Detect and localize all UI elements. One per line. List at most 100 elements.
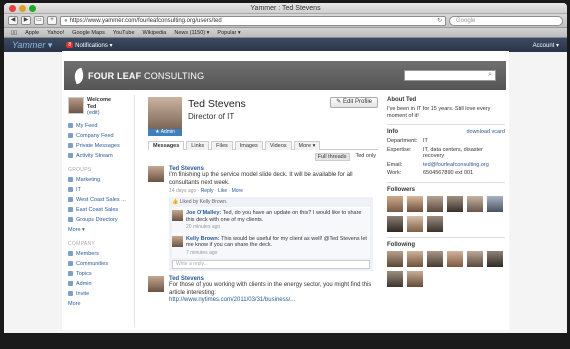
bookmark-popular[interactable]: Popular ▾ — [217, 30, 240, 36]
company-heading: COMPANY — [68, 240, 96, 247]
avatar[interactable] — [427, 215, 443, 232]
sidebar-item-admin[interactable]: Admin — [68, 281, 130, 287]
avatar[interactable] — [387, 195, 403, 212]
sidebar-item-it[interactable]: IT — [68, 187, 130, 193]
bookmark-apple[interactable]: Apple — [25, 30, 39, 36]
write-reply-input[interactable]: Write a reply... — [172, 260, 370, 269]
profile-name: Ted Stevens — [188, 98, 246, 110]
forward-button[interactable]: ▶ — [21, 16, 31, 25]
sidebar-item-east-coast-sales[interactable]: East Coast Sales — [68, 207, 130, 213]
bookmarks-bar: ▯▯ Apple Yahoo! Google Maps YouTube Wiki… — [4, 28, 567, 38]
info-heading: Info download vcard — [387, 129, 505, 135]
tab-messages[interactable]: Messages — [148, 141, 185, 150]
avatar[interactable] — [148, 276, 164, 292]
directory-icon — [68, 217, 73, 222]
sidebar-item-activity-stream[interactable]: Activity Stream — [68, 153, 130, 159]
welcome-block: Welcome Ted (edit) — [68, 97, 130, 117]
reply-author[interactable]: Joe O'Malley: — [186, 210, 221, 216]
address-bar[interactable]: ● https://www.yammer.com/fourleafconsult… — [60, 15, 446, 26]
article-link[interactable]: http://www.nytimes.com/2011/03/31/busine… — [169, 297, 378, 305]
avatar[interactable] — [387, 270, 403, 287]
bookmark-icon[interactable]: ▭ — [34, 16, 44, 25]
download-vcard-link[interactable]: download vcard — [466, 129, 505, 135]
sidebar-item-members[interactable]: Members — [68, 251, 130, 257]
avatar[interactable] — [427, 250, 443, 267]
sidebar-item-marketing[interactable]: Marketing — [68, 177, 130, 183]
edit-profile-button[interactable]: ✎ Edit Profile — [330, 97, 378, 108]
reply-author[interactable]: Kelly Brown: — [186, 236, 220, 242]
bookmark-google-maps[interactable]: Google Maps — [72, 30, 105, 36]
sidebar-item-private-messages[interactable]: Private Messages — [68, 143, 130, 149]
network-search-input[interactable]: ⌕ — [404, 70, 496, 81]
sidebar-item-company-feed[interactable]: Company Feed — [68, 133, 130, 139]
profile-tabs: Messages Links Files Images Videos More … — [148, 141, 378, 150]
about-heading: About Ted — [387, 97, 417, 103]
reload-icon[interactable]: ↻ — [437, 17, 442, 25]
notifications-menu[interactable]: 8 Notifications ▾ — [66, 42, 113, 49]
bookmark-wikipedia[interactable]: Wikipedia — [143, 30, 167, 36]
account-menu[interactable]: Account ▾ — [533, 42, 559, 49]
avatar[interactable] — [172, 210, 183, 221]
info-table: Department: IT Expertise: IT, data centers… — [387, 138, 505, 177]
avatar[interactable] — [148, 166, 164, 182]
tab-images[interactable]: Images — [234, 141, 263, 150]
new-tab-button[interactable]: + — [47, 16, 57, 25]
avatar[interactable] — [172, 235, 183, 247]
list-item: Ted Stevens I'm finishing up the service… — [148, 166, 378, 271]
search-placeholder: Google — [456, 17, 476, 24]
search-field[interactable]: Google — [449, 15, 563, 26]
sidebar-item-invite[interactable]: Invite — [68, 291, 130, 297]
invite-icon — [68, 291, 73, 296]
like-link[interactable]: Like — [218, 188, 227, 194]
tab-links[interactable]: Links — [186, 141, 210, 150]
sidebar-item-communities[interactable]: Communities — [68, 261, 130, 267]
ted-only-filter[interactable]: Ted only — [354, 153, 379, 161]
notifications-label: Notifications ▾ — [75, 42, 113, 49]
tab-more[interactable]: More ▾ — [293, 141, 321, 150]
sidebar-item-west-coast-sales[interactable]: West Coast Sales ... — [68, 197, 130, 203]
avatar[interactable] — [487, 195, 503, 212]
avatar[interactable] — [447, 195, 463, 212]
avatar[interactable] — [68, 97, 84, 114]
avatar[interactable] — [407, 195, 423, 212]
bookmark-yahoo[interactable]: Yahoo! — [47, 30, 64, 36]
tab-videos[interactable]: Videos — [264, 141, 292, 150]
sidebar-item-topics[interactable]: Topics — [68, 271, 130, 277]
avatar[interactable] — [407, 270, 423, 287]
yammer-logo[interactable]: Yammer ▾ — [12, 40, 52, 51]
full-threads-filter[interactable]: Full threads — [314, 153, 350, 161]
following-heading: Following — [387, 241, 415, 248]
avatar[interactable] — [467, 195, 483, 212]
sidebar-divider — [134, 95, 135, 327]
search-icon[interactable]: ⌕ — [488, 71, 492, 79]
avatar[interactable] — [387, 250, 403, 267]
thread-filters: Full threads Ted only — [148, 153, 378, 161]
avatar[interactable] — [467, 250, 483, 267]
sidebar-item-my-feed[interactable]: My Feed — [68, 123, 130, 129]
edit-profile-link[interactable]: (edit) — [87, 110, 111, 117]
avatar[interactable] — [487, 250, 503, 267]
back-button[interactable]: ◀ — [8, 16, 18, 25]
sidebar-item-groups-directory[interactable]: Groups Directory — [68, 217, 130, 223]
reading-list-icon[interactable]: ▯▯ — [11, 30, 17, 36]
reply-link[interactable]: Reply — [201, 188, 214, 194]
globe-icon — [68, 261, 73, 266]
about-text: I've been in IT for 15 years. Still love… — [387, 106, 491, 119]
groups-more-link[interactable]: More ▾ — [68, 227, 130, 233]
bookmark-news[interactable]: News (1150) ▾ — [174, 30, 209, 36]
groups-heading: GROUPS — [68, 166, 92, 173]
title-bar: Yammer : Ted Stevens — [4, 3, 567, 14]
more-link[interactable]: More — [232, 188, 243, 194]
avatar[interactable] — [447, 250, 463, 267]
avatar[interactable] — [427, 195, 443, 212]
avatar[interactable] — [407, 215, 423, 232]
avatar[interactable] — [387, 215, 403, 232]
company-more-link[interactable]: More — [68, 301, 130, 307]
right-sidebar: About Ted I've been in IT for 15 years. … — [387, 97, 505, 287]
department-value: IT — [423, 138, 428, 144]
avatar[interactable] — [407, 250, 423, 267]
welcome-label: Welcome — [87, 97, 112, 103]
email-link[interactable]: ted@fourleafconsulting.org — [423, 162, 489, 168]
tab-files[interactable]: Files — [211, 141, 233, 150]
bookmark-youtube[interactable]: YouTube — [113, 30, 135, 36]
